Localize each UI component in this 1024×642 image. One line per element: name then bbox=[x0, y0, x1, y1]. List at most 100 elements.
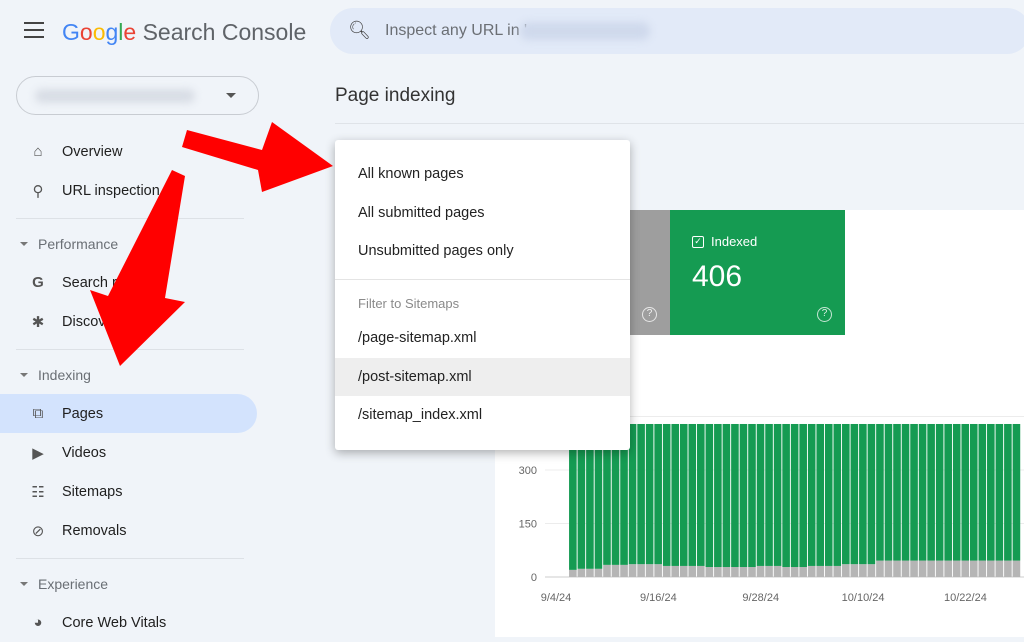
bar-indexed bbox=[987, 423, 995, 561]
bar-indexed bbox=[799, 423, 807, 568]
bar-indexed bbox=[995, 423, 1004, 561]
bar-indexed bbox=[824, 423, 833, 566]
bar-indexed bbox=[944, 423, 952, 561]
bar-not-indexed bbox=[714, 567, 722, 577]
bar-not-indexed bbox=[1004, 560, 1012, 577]
bar-not-indexed bbox=[671, 565, 680, 577]
bar-indexed bbox=[1004, 423, 1012, 561]
bar-indexed bbox=[790, 423, 799, 568]
bar-indexed bbox=[952, 423, 961, 561]
bar-indexed bbox=[679, 423, 688, 566]
bar-not-indexed bbox=[867, 564, 876, 577]
bar-not-indexed bbox=[603, 564, 611, 577]
bar-not-indexed bbox=[679, 565, 688, 577]
x-tick-label: 9/28/24 bbox=[742, 592, 779, 604]
bar-indexed bbox=[1012, 423, 1021, 561]
bar-not-indexed bbox=[705, 567, 714, 577]
bar-not-indexed bbox=[935, 560, 944, 577]
bar-indexed bbox=[859, 423, 867, 565]
bar-indexed bbox=[722, 423, 731, 568]
bar-indexed bbox=[978, 423, 987, 561]
filter-sitemaps-header: Filter to Sitemaps bbox=[358, 296, 460, 311]
bar-not-indexed bbox=[987, 560, 995, 577]
bar-indexed bbox=[927, 423, 935, 561]
bar-not-indexed bbox=[611, 564, 620, 577]
bar-not-indexed bbox=[969, 560, 978, 577]
bar-not-indexed bbox=[765, 565, 773, 577]
bar-not-indexed bbox=[859, 564, 867, 577]
bar-not-indexed bbox=[833, 565, 842, 577]
bar-not-indexed bbox=[628, 564, 637, 577]
x-tick-label: 9/4/24 bbox=[541, 592, 572, 604]
bar-not-indexed bbox=[850, 564, 859, 577]
bar-indexed bbox=[876, 423, 884, 561]
bar-not-indexed bbox=[773, 565, 782, 577]
bar-not-indexed bbox=[1012, 560, 1021, 577]
bar-not-indexed bbox=[952, 560, 961, 577]
bar-not-indexed bbox=[577, 568, 586, 577]
bar-not-indexed bbox=[697, 565, 705, 577]
bar-indexed bbox=[756, 423, 765, 566]
bar-not-indexed bbox=[978, 560, 987, 577]
bar-not-indexed bbox=[842, 564, 850, 577]
bar-not-indexed bbox=[807, 565, 816, 577]
bar-indexed bbox=[833, 423, 842, 566]
bar-not-indexed bbox=[876, 560, 884, 577]
bar-indexed bbox=[731, 423, 739, 568]
bar-indexed bbox=[807, 423, 816, 566]
bar-indexed bbox=[645, 423, 654, 565]
sitemap-filter-dropdown[interactable]: All known pages All submitted pages Unsu… bbox=[335, 140, 630, 450]
x-tick-label: 10/22/24 bbox=[944, 592, 987, 604]
bar-indexed bbox=[671, 423, 680, 566]
bar-not-indexed bbox=[637, 564, 645, 577]
divider bbox=[335, 279, 630, 280]
bar-not-indexed bbox=[799, 567, 807, 577]
x-tick-label: 9/16/24 bbox=[640, 592, 677, 604]
bar-indexed bbox=[901, 423, 910, 561]
bar-not-indexed bbox=[594, 568, 603, 577]
option-page-sitemap[interactable]: /page-sitemap.xml bbox=[335, 319, 630, 357]
bar-indexed bbox=[637, 423, 645, 565]
bar-indexed bbox=[816, 423, 825, 566]
bar-indexed bbox=[893, 423, 901, 561]
bar-indexed bbox=[714, 423, 722, 568]
bar-not-indexed bbox=[824, 565, 833, 577]
option-all-submitted-pages[interactable]: All submitted pages bbox=[335, 194, 630, 232]
bar-not-indexed bbox=[790, 567, 799, 577]
bar-not-indexed bbox=[586, 568, 594, 577]
bar-not-indexed bbox=[731, 567, 739, 577]
bar-indexed bbox=[697, 423, 705, 566]
bar-not-indexed bbox=[816, 565, 825, 577]
bar-not-indexed bbox=[748, 567, 756, 577]
bar-indexed bbox=[782, 423, 790, 568]
bar-indexed bbox=[842, 423, 850, 565]
bar-not-indexed bbox=[995, 560, 1004, 577]
bar-indexed bbox=[748, 423, 756, 568]
bar-not-indexed bbox=[645, 564, 654, 577]
bar-not-indexed bbox=[756, 565, 765, 577]
bar-indexed bbox=[765, 423, 773, 566]
bar-not-indexed bbox=[893, 560, 901, 577]
bar-indexed bbox=[654, 423, 662, 565]
option-post-sitemap[interactable]: /post-sitemap.xml bbox=[335, 358, 630, 396]
option-unsubmitted-pages[interactable]: Unsubmitted pages only bbox=[335, 232, 630, 270]
bar-not-indexed bbox=[901, 560, 910, 577]
y-tick-label: 300 bbox=[519, 465, 537, 477]
bar-not-indexed bbox=[688, 565, 697, 577]
bar-indexed bbox=[935, 423, 944, 561]
bar-indexed bbox=[688, 423, 697, 566]
bar-indexed bbox=[739, 423, 748, 568]
bar-not-indexed bbox=[884, 560, 893, 577]
y-tick-label: 150 bbox=[519, 519, 537, 531]
bar-not-indexed bbox=[782, 567, 790, 577]
option-all-known-pages[interactable]: All known pages bbox=[335, 155, 630, 193]
bar-indexed bbox=[850, 423, 859, 565]
option-sitemap-index[interactable]: /sitemap_index.xml bbox=[335, 396, 630, 434]
bar-not-indexed bbox=[662, 565, 671, 577]
bar-not-indexed bbox=[918, 560, 927, 577]
bar-not-indexed bbox=[569, 569, 577, 577]
bar-indexed bbox=[705, 423, 714, 568]
bar-not-indexed bbox=[961, 560, 970, 577]
bar-indexed bbox=[969, 423, 978, 561]
y-tick-label: 0 bbox=[531, 572, 537, 584]
